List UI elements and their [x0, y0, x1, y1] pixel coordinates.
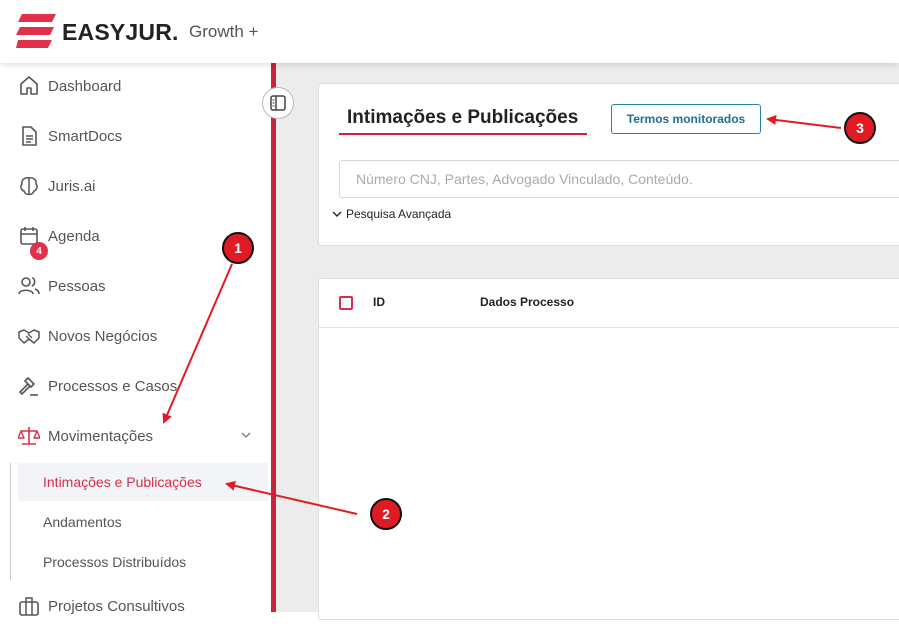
- scale-icon: [18, 427, 40, 445]
- submenu-item-processos-distribuidos[interactable]: Processos Distribuídos: [18, 543, 268, 581]
- chevron-down-icon[interactable]: [240, 430, 252, 440]
- submenu-item-andamentos[interactable]: Andamentos: [18, 503, 268, 541]
- sidebar-item-label: SmartDocs: [48, 127, 123, 145]
- submenu-guide-line: [10, 463, 11, 580]
- document-icon: [22, 126, 37, 146]
- sidebar-item-label: Processos e Casos: [48, 377, 178, 395]
- handshake-icon: [18, 329, 40, 344]
- title-underline: [339, 133, 587, 135]
- sidebar-item-label: Juris.ai: [48, 177, 96, 195]
- people-icon: [18, 277, 40, 295]
- search-box: [339, 160, 899, 198]
- sidebar-item-pessoas[interactable]: Pessoas: [0, 266, 271, 306]
- submenu-item-label: Andamentos: [43, 514, 122, 530]
- plan-label: Growth +: [189, 22, 259, 41]
- annotation-marker-3: 3: [844, 112, 876, 144]
- column-header-dados-processo[interactable]: Dados Processo: [480, 295, 574, 309]
- sidebar-item-novos-negocios[interactable]: Novos Negócios: [0, 316, 271, 356]
- sidebar-item-dashboard[interactable]: Dashboard: [0, 66, 271, 106]
- advanced-search-toggle[interactable]: Pesquisa Avançada: [332, 207, 451, 221]
- annotation-marker-1: 1: [222, 232, 254, 264]
- sidebar-item-projetos-consultivos[interactable]: Projetos Consultivos: [0, 586, 271, 626]
- advanced-search-label: Pesquisa Avançada: [346, 207, 452, 221]
- sidebar-item-movimentacoes[interactable]: Movimentações: [0, 416, 271, 456]
- sidebar-item-processos-e-casos[interactable]: Processos e Casos: [0, 366, 271, 406]
- gavel-icon: [18, 377, 38, 396]
- top-bar: EASYJUR. Growth +: [0, 0, 899, 63]
- home-icon: [20, 76, 38, 95]
- submenu-item-intimacoes[interactable]: Intimações e Publicações: [18, 463, 268, 501]
- brain-icon: [20, 177, 38, 196]
- submenu-item-label: Intimações e Publicações: [43, 474, 202, 490]
- page-title: Intimações e Publicações: [347, 107, 579, 128]
- sidebar-item-label: Novos Negócios: [48, 327, 158, 345]
- termos-monitorados-button[interactable]: Termos monitorados: [611, 104, 761, 134]
- search-input[interactable]: [354, 161, 898, 197]
- column-header-id[interactable]: ID: [373, 295, 385, 309]
- sidebar-item-juris-ai[interactable]: Juris.ai: [0, 166, 271, 206]
- select-all-checkbox[interactable]: [339, 296, 353, 310]
- brand-name: EASYJUR.: [62, 19, 179, 45]
- agenda-count-badge: 4: [30, 242, 48, 260]
- sidebar-toggle-icon: [270, 95, 286, 111]
- briefcase-icon: [19, 597, 39, 616]
- sidebar-item-label: Pessoas: [48, 277, 106, 295]
- easyjur-logo-icon[interactable]: [16, 14, 56, 48]
- table-header-divider: [319, 327, 899, 328]
- sidebar-collapse-button[interactable]: [262, 87, 294, 119]
- sidebar-item-label: Agenda: [48, 227, 100, 245]
- sidebar-item-label: Movimentações: [48, 427, 154, 445]
- submenu-item-label: Processos Distribuídos: [43, 554, 187, 570]
- annotation-marker-2: 2: [370, 498, 402, 530]
- results-table-card: [318, 278, 899, 620]
- chevron-down-icon: [332, 211, 342, 217]
- sidebar-item-label: Dashboard: [48, 77, 122, 95]
- sidebar-item-smartdocs[interactable]: SmartDocs: [0, 116, 271, 156]
